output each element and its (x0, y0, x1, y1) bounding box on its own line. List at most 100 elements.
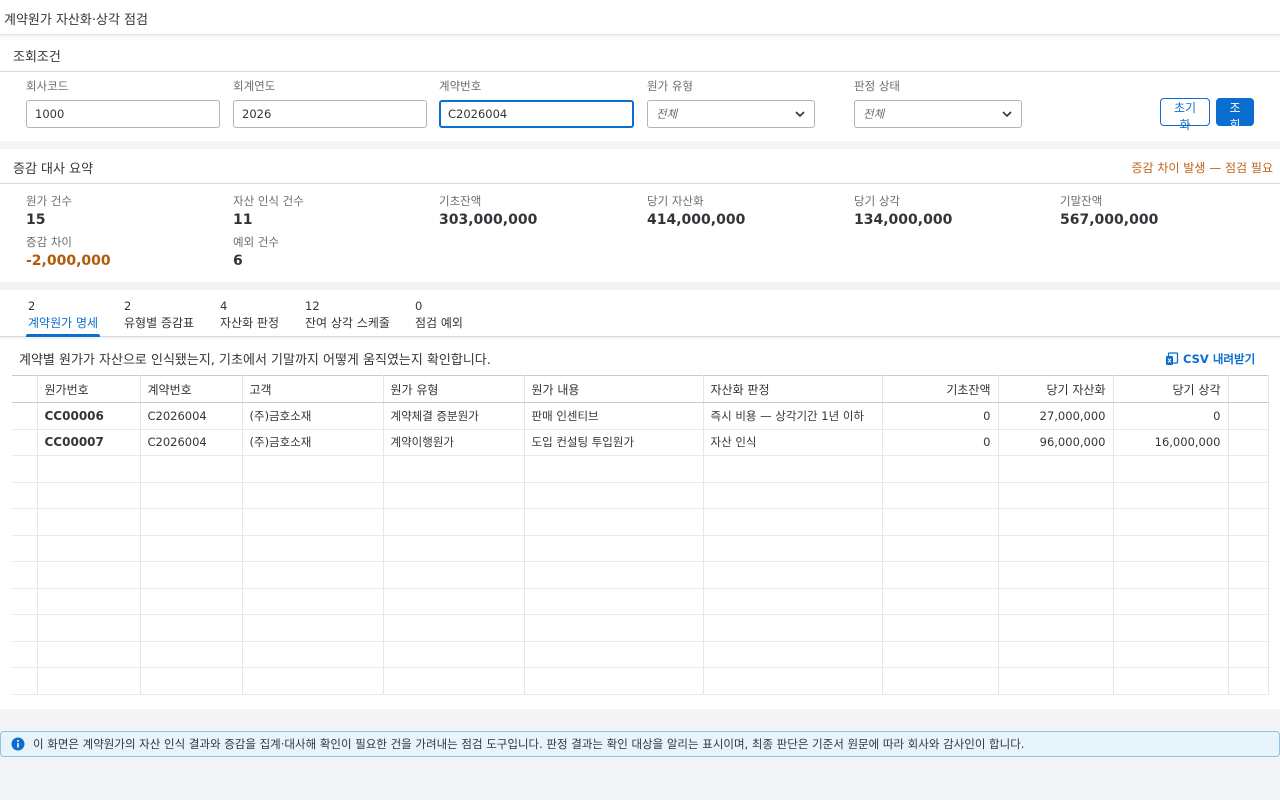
column-header[interactable]: 당기 상각 (1113, 375, 1229, 403)
metric-label: 기초잔액 (439, 194, 482, 208)
column-header[interactable]: 원가 유형 (383, 375, 525, 403)
empty-table-cell (12, 614, 38, 642)
company-code-input[interactable] (26, 100, 220, 128)
empty-table-row (12, 641, 1269, 668)
table-cell: 자산 인식 (703, 429, 883, 456)
empty-table-cell (882, 588, 999, 615)
column-header[interactable]: 계약번호 (140, 375, 243, 403)
judgment-status-select[interactable]: 전체 (854, 100, 1022, 128)
empty-table-cell (703, 455, 883, 483)
metric-value: 567,000,000 (1060, 212, 1159, 228)
fiscal-year-label: 회계연도 (233, 79, 276, 93)
spreadsheet-icon (1166, 352, 1179, 365)
empty-table-cell (37, 508, 141, 536)
row-selector[interactable] (12, 429, 38, 456)
tab-label: 점검 예외 (415, 316, 463, 330)
column-header[interactable]: 고객 (242, 375, 384, 403)
empty-table-cell (242, 508, 384, 536)
empty-table-cell (37, 455, 141, 483)
empty-table-cell (242, 455, 384, 483)
table-cell: 16,000,000 (1113, 429, 1229, 456)
table-cell: C2026004 (140, 429, 243, 456)
empty-table-cell (383, 482, 525, 509)
empty-table-cell (524, 588, 704, 615)
cost-type-select[interactable]: 전체 (647, 100, 815, 128)
table-cell: 27,000,000 (998, 402, 1114, 430)
table-cell: CC00006 (37, 402, 141, 430)
empty-table-cell (242, 535, 384, 562)
tab-type-rollforward[interactable]: 2 유형별 증감표 (124, 299, 194, 337)
empty-table-cell (998, 588, 1114, 615)
judgment-status-value: 전체 (863, 107, 885, 121)
metric-value: 6 (233, 253, 243, 269)
empty-table-row (12, 614, 1269, 642)
tab-capitalization-judgment[interactable]: 4 자산화 판정 (220, 299, 279, 337)
empty-table-row (12, 561, 1269, 589)
empty-table-cell (12, 667, 38, 695)
page-title: 계약원가 자산화·상각 점검 (0, 0, 1280, 35)
difference-warning: 증감 차이 발생 — 점검 필요 (1131, 161, 1273, 175)
empty-table-cell (1113, 508, 1229, 536)
contract-no-input[interactable] (439, 100, 634, 128)
empty-table-row (12, 588, 1269, 615)
empty-table-cell (37, 535, 141, 562)
column-header[interactable]: 자산화 판정 (703, 375, 883, 403)
empty-table-cell (1113, 561, 1229, 589)
metric-label: 당기 상각 (854, 194, 900, 208)
contract-no-label: 계약번호 (439, 79, 482, 93)
column-header[interactable]: 당기 자산화 (998, 375, 1114, 403)
empty-table-cell (140, 535, 243, 562)
empty-table-cell (882, 535, 999, 562)
empty-table-cell (37, 641, 141, 668)
metric-value: -2,000,000 (26, 253, 111, 269)
tab-label: 유형별 증감표 (124, 316, 195, 330)
empty-table-cell (12, 455, 38, 483)
summary-panel-title: 증감 대사 요약 증감 차이 발생 — 점검 필요 (0, 149, 1280, 184)
empty-table-row (12, 455, 1269, 483)
empty-table-cell (524, 455, 704, 483)
empty-table-cell (383, 535, 525, 562)
reset-button[interactable]: 초기화 (1160, 98, 1210, 132)
row-selector[interactable] (12, 402, 38, 430)
empty-table-cell (242, 614, 384, 642)
tab-count: 2 (124, 299, 132, 313)
info-icon (11, 737, 25, 751)
contract-cost-table: 원가번호 계약번호 고객 원가 유형 원가 내용 자산화 판정 기초잔액 당기 … (12, 375, 1269, 695)
metric-label: 자산 인식 건수 (233, 194, 304, 208)
empty-table-cell (524, 535, 704, 562)
empty-table-cell (383, 588, 525, 615)
empty-table-cell (242, 561, 384, 589)
empty-table-cell (703, 614, 883, 642)
fiscal-year-input[interactable] (233, 100, 427, 128)
empty-table-cell (882, 614, 999, 642)
tab-count: 4 (220, 299, 228, 313)
tab-amortization-schedule[interactable]: 12 잔여 상각 스케줄 (305, 299, 390, 337)
cost-type-label: 원가 유형 (647, 79, 693, 93)
column-header[interactable]: 원가 내용 (524, 375, 704, 403)
tab-contract-cost-detail[interactable]: 2 계약원가 명세 (25, 299, 101, 337)
empty-table-cell (140, 667, 243, 695)
empty-table-cell (703, 561, 883, 589)
judgment-status-field: 판정 상태 전체 (854, 78, 1022, 128)
empty-table-cell (383, 614, 525, 642)
empty-table-cell (12, 641, 38, 668)
empty-table-cell (1113, 455, 1229, 483)
empty-table-row (12, 535, 1269, 562)
empty-table-cell (882, 455, 999, 483)
csv-download-button[interactable]: CSV 내려받기 (1165, 351, 1255, 367)
search-button[interactable]: 조회 (1216, 98, 1254, 132)
metric-asset-count: 자산 인식 건수 11 (233, 193, 304, 228)
empty-table-cell (140, 588, 243, 615)
filter-panel: 조회조건 회사코드 회계연도 계약번호 원가 유형 전체 판정 상태 전체 초기… (0, 37, 1280, 141)
empty-table-cell (998, 667, 1114, 695)
metric-label: 예외 건수 (233, 235, 279, 249)
table-row[interactable]: CC00007 C2026004 (주)금호소재 계약이행원가 도입 컨설팅 투… (12, 429, 1269, 456)
empty-table-cell (882, 667, 999, 695)
empty-table-row (12, 508, 1269, 536)
column-header[interactable]: 원가번호 (37, 375, 141, 403)
tab-exceptions[interactable]: 0 점검 예외 (415, 299, 463, 337)
company-code-label: 회사코드 (26, 79, 69, 93)
column-header[interactable]: 기초잔액 (882, 375, 999, 403)
table-cell: 계약이행원가 (383, 429, 525, 456)
table-row[interactable]: CC00006 C2026004 (주)금호소재 계약체결 증분원가 판매 인센… (12, 402, 1269, 430)
